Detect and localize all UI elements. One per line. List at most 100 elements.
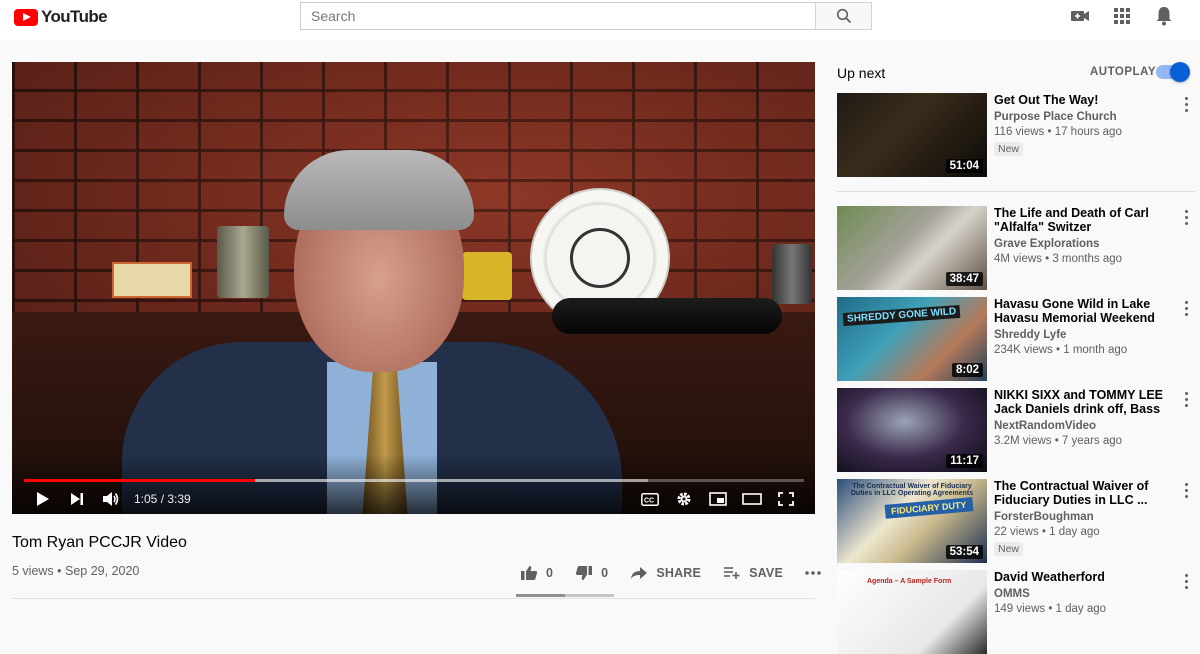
video-duration: 51:04 — [945, 159, 983, 173]
autoplay-label: AUTOPLAY — [1090, 66, 1156, 78]
search-button[interactable] — [815, 2, 872, 30]
video-info: NIKKI SIXX and TOMMY LEE Jack Daniels dr… — [994, 388, 1172, 447]
more-actions-button[interactable] — [805, 571, 821, 575]
new-badge: New — [994, 142, 1024, 156]
video-info: David Weatherford OMMS 149 views • 1 day… — [994, 570, 1172, 615]
video-duration: 38:47 — [945, 272, 983, 286]
share-button[interactable]: SHARE — [630, 566, 701, 580]
video-prop-mug-right — [772, 244, 812, 304]
thumbs-down-icon — [576, 566, 593, 580]
video-frame — [12, 62, 815, 514]
logo-text: YouTube — [41, 7, 108, 26]
recommended-video[interactable]: SHREDDY GONE WILD 8:02 Havasu Gone Wild … — [837, 297, 1197, 381]
next-button[interactable] — [60, 487, 94, 511]
captions-button[interactable]: CC — [633, 487, 667, 511]
video-thumbnail[interactable]: 51:04 — [837, 93, 987, 177]
youtube-play-logo-icon — [14, 8, 38, 26]
dislike-button[interactable]: 0 — [575, 565, 608, 581]
more-vertical-icon[interactable] — [1181, 390, 1191, 408]
thumbnail-text: SHREDDY GONE WILD — [842, 304, 961, 327]
video-card-title[interactable]: NIKKI SIXX and TOMMY LEE Jack Daniels dr… — [994, 388, 1172, 416]
miniplayer-button[interactable] — [701, 487, 735, 511]
share-label: SHARE — [656, 566, 702, 580]
play-button[interactable] — [26, 487, 60, 511]
recommended-video[interactable]: The Contractual Waiver of Fiduciary Duti… — [837, 479, 1197, 563]
up-next-video[interactable]: 51:04 Get Out The Way! Purpose Place Chu… — [837, 93, 1197, 177]
channel-name[interactable]: NextRandomVideo — [994, 420, 1172, 432]
recommended-video[interactable]: Agenda – A Sample Form David Weatherford… — [837, 570, 1197, 654]
video-prop-bat — [552, 298, 782, 334]
video-stats: 22 views • 1 day ago — [994, 526, 1100, 538]
sentiment-bar — [516, 594, 614, 597]
volume-icon — [103, 492, 119, 506]
next-icon — [71, 493, 83, 505]
apps-grid-icon[interactable] — [1112, 6, 1132, 26]
video-card-title[interactable]: The Life and Death of Carl "Alfalfa" Swi… — [994, 206, 1172, 234]
settings-gear-icon — [677, 492, 691, 506]
video-info: Get Out The Way! Purpose Place Church 11… — [994, 93, 1172, 157]
notifications-bell-icon[interactable] — [1154, 6, 1174, 26]
up-next-separator — [837, 191, 1195, 192]
volume-button[interactable] — [94, 487, 128, 511]
more-vertical-icon[interactable] — [1181, 299, 1191, 317]
thumbnail-text: Agenda – A Sample Form — [867, 578, 952, 585]
video-card-title[interactable]: The Contractual Waiver of Fiduciary Duti… — [994, 479, 1172, 507]
header-actions — [1070, 6, 1174, 26]
thumbnail-text: The Contractual Waiver of Fiduciary Duti… — [850, 483, 974, 497]
up-next-heading: Up next — [837, 65, 886, 81]
recommended-video[interactable]: 38:47 The Life and Death of Carl "Alfalf… — [837, 206, 1197, 290]
search-bar — [300, 2, 872, 30]
more-vertical-icon[interactable] — [1181, 572, 1191, 590]
channel-name[interactable]: OMMS — [994, 588, 1172, 600]
sentiment-bar-fill — [516, 594, 565, 597]
like-button[interactable]: 0 — [520, 565, 553, 581]
video-stats: 3.2M views • 7 years ago — [994, 435, 1123, 447]
more-horizontal-icon — [805, 571, 821, 575]
playlist-add-icon — [724, 567, 740, 579]
search-input[interactable] — [300, 2, 815, 30]
more-vertical-icon[interactable] — [1181, 208, 1191, 226]
theater-mode-button[interactable] — [735, 487, 769, 511]
thumbnail-text: FIDUCIARY DUTY — [884, 497, 973, 519]
video-info: The Contractual Waiver of Fiduciary Duti… — [994, 479, 1172, 557]
video-card-title[interactable]: Get Out The Way! — [994, 93, 1172, 107]
thumbs-up-icon — [521, 566, 538, 580]
new-badge: New — [994, 542, 1024, 556]
video-thumbnail[interactable]: Agenda – A Sample Form — [837, 570, 987, 654]
fullscreen-icon — [778, 492, 794, 506]
channel-name[interactable]: Shreddy Lyfe — [994, 329, 1172, 341]
dislike-count: 0 — [601, 566, 609, 580]
video-player[interactable]: 1:05 / 3:39 CC — [12, 62, 815, 514]
channel-name[interactable]: ForsterBoughman — [994, 511, 1172, 523]
video-info: The Life and Death of Carl "Alfalfa" Swi… — [994, 206, 1172, 265]
svg-text:CC: CC — [644, 497, 654, 504]
channel-name[interactable]: Purpose Place Church — [994, 111, 1172, 123]
progress-bar[interactable] — [24, 479, 804, 482]
settings-button[interactable] — [667, 487, 701, 511]
video-prop-mug — [462, 252, 512, 300]
more-vertical-icon[interactable] — [1181, 95, 1191, 113]
save-button[interactable]: SAVE — [723, 566, 783, 580]
play-icon — [37, 492, 49, 506]
create-video-icon[interactable] — [1070, 6, 1090, 26]
video-thumbnail[interactable]: 38:47 — [837, 206, 987, 290]
info-divider — [12, 598, 815, 599]
video-thumbnail[interactable]: The Contractual Waiver of Fiduciary Duti… — [837, 479, 987, 563]
autoplay-toggle[interactable] — [1156, 62, 1190, 82]
masthead: YouTube — [0, 0, 1200, 40]
video-thumbnail[interactable]: 11:17 — [837, 388, 987, 472]
fullscreen-button[interactable] — [769, 487, 803, 511]
theater-mode-icon — [742, 493, 762, 505]
video-card-title[interactable]: David Weatherford — [994, 570, 1172, 584]
channel-name[interactable]: Grave Explorations — [994, 238, 1172, 250]
video-person-hair — [284, 150, 474, 230]
player-controls: 1:05 / 3:39 CC — [12, 486, 815, 512]
video-thumbnail[interactable]: SHREDDY GONE WILD 8:02 — [837, 297, 987, 381]
video-stats: 116 views • 17 hours ago — [994, 126, 1122, 138]
youtube-logo[interactable]: YouTube — [14, 7, 108, 27]
more-vertical-icon[interactable] — [1181, 481, 1191, 499]
time-display: 1:05 / 3:39 — [134, 492, 191, 506]
recommended-video[interactable]: 11:17 NIKKI SIXX and TOMMY LEE Jack Dani… — [837, 388, 1197, 472]
miniplayer-icon — [709, 492, 727, 506]
video-card-title[interactable]: Havasu Gone Wild in Lake Havasu Memorial… — [994, 297, 1172, 325]
